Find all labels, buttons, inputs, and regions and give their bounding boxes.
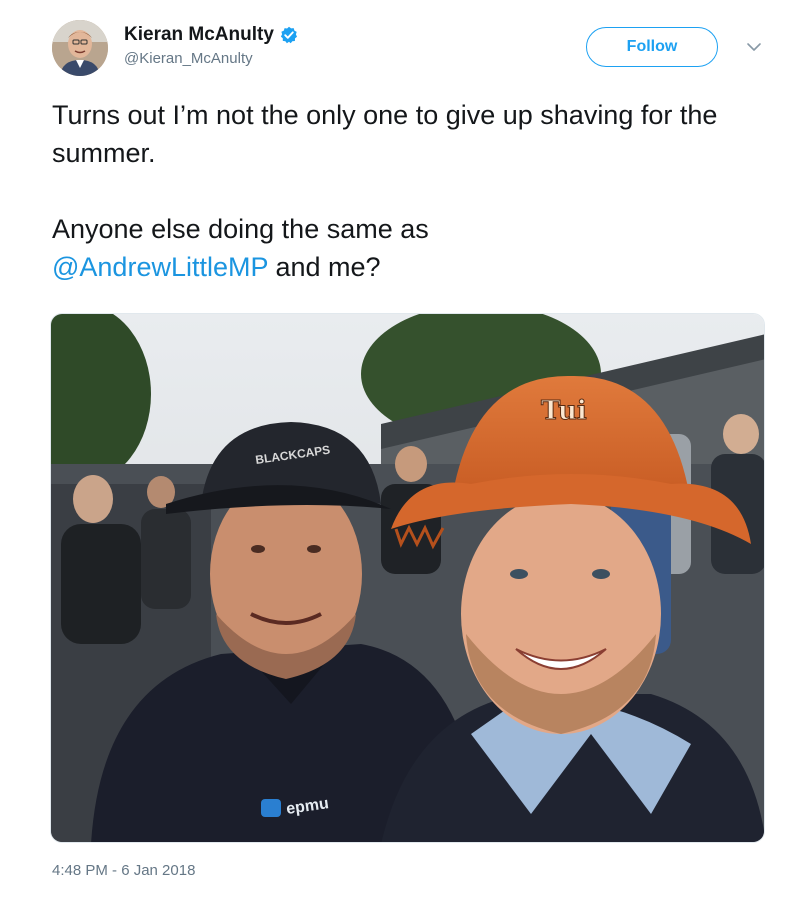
tweet-text-paragraph-2: Anyone else doing the same as @AndrewLit… [52, 210, 752, 286]
avatar-image [52, 20, 108, 76]
tweet-photo[interactable]: BLACKCAPS epmu Tui [50, 313, 765, 843]
tweet-text: Turns out I’m not the only one to give u… [52, 96, 752, 286]
name-row: Kieran McAnulty [124, 24, 298, 46]
tweet-card: Kieran McAnulty @Kieran_McAnulty Follow … [0, 0, 810, 900]
avatar[interactable] [52, 20, 108, 76]
tweet-text-lead: Anyone else doing the same as [52, 214, 429, 244]
tweet-timestamp[interactable]: 4:48 PM - 6 Jan 2018 [52, 862, 195, 880]
selfie-image: BLACKCAPS epmu Tui [51, 314, 764, 842]
verified-badge-icon [280, 26, 298, 44]
user-info: Kieran McAnulty @Kieran_McAnulty [124, 24, 298, 68]
display-name[interactable]: Kieran McAnulty [124, 24, 274, 46]
follow-button[interactable]: Follow [586, 27, 718, 67]
hat-logo-text: Tui [541, 396, 587, 426]
mention-link[interactable]: @AndrewLittleMP [52, 252, 268, 282]
chevron-down-icon[interactable] [746, 40, 762, 52]
tweet-text-tail: and me? [268, 252, 381, 282]
user-handle[interactable]: @Kieran_McAnulty [124, 50, 298, 68]
tweet-text-paragraph-1: Turns out I’m not the only one to give u… [52, 100, 718, 168]
